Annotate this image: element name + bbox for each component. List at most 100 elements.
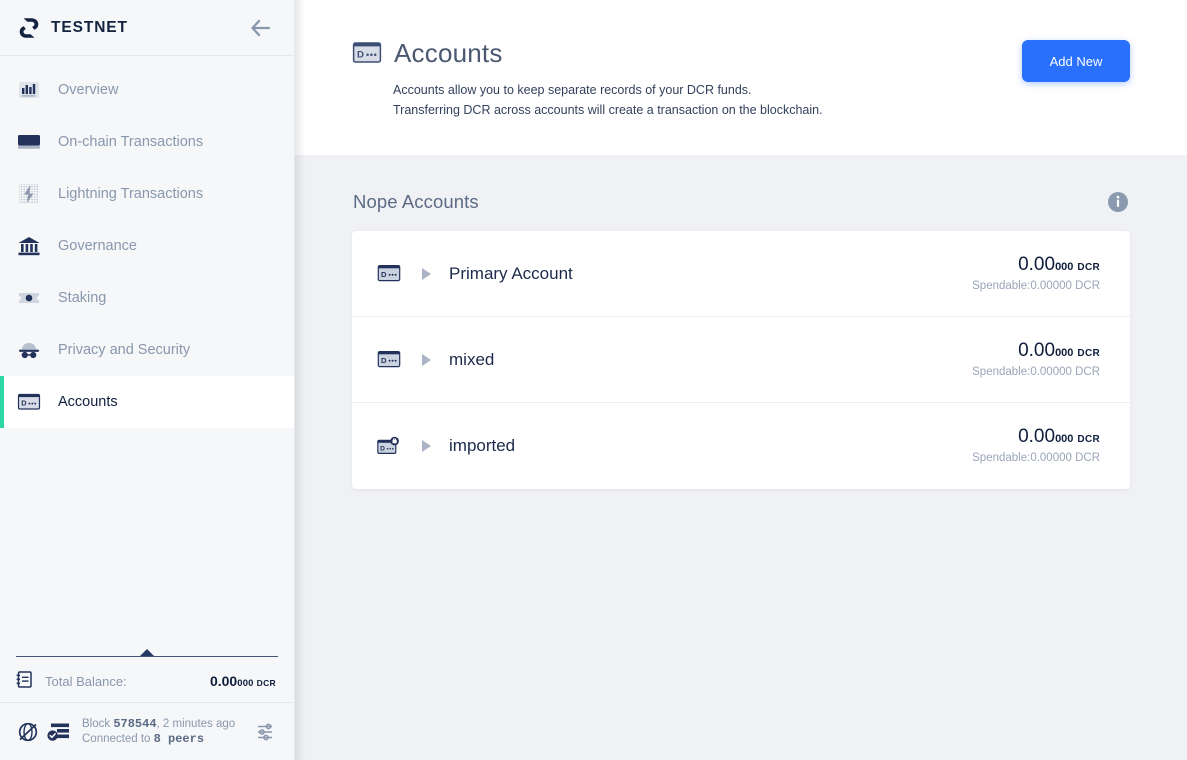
account-balance: 0.00 000 DCR Spendable:0.00000 DCR [972, 340, 1100, 380]
account-balance: 0.00 000 DCR Spendable:0.00000 DCR [972, 426, 1100, 466]
svg-text:D: D [380, 445, 385, 452]
balance-unit: DCR [1077, 347, 1100, 359]
account-balance-total: 0.00 000 DCR [972, 254, 1100, 276]
page-header: D Accounts Accounts allow you to keep se… [295, 0, 1187, 155]
account-balance-total: 0.00 000 DCR [972, 340, 1100, 362]
block-label: Block [82, 717, 111, 730]
balance-minor: 000 [1055, 346, 1074, 359]
account-card-icon: D [352, 41, 382, 63]
total-balance-minor: 000 [237, 678, 254, 689]
account-balance-total: 0.00 000 DCR [972, 426, 1100, 448]
sidebar-item-accounts[interactable]: D Accounts [0, 376, 294, 428]
triangle-right-icon[interactable] [403, 353, 449, 366]
caret-up-icon [140, 649, 154, 656]
sidebar-item-lightning-transactions[interactable]: Lightning Transactions [0, 168, 294, 220]
svg-text:D: D [381, 270, 387, 279]
sidebar-item-label: Overview [58, 82, 119, 98]
sidebar-item-staking[interactable]: Staking [0, 272, 294, 324]
peers-count: 8 peers [153, 731, 205, 746]
page-title: Accounts [394, 38, 503, 68]
account-name: imported [449, 436, 516, 455]
ledger-icon [16, 671, 36, 691]
sidebar-item-governance[interactable]: Governance [0, 220, 294, 272]
account-row-primary[interactable]: D Primary Account 0.00 000 DCR Spendable:0… [352, 231, 1130, 317]
network-sync-icon [18, 722, 38, 741]
svg-text:D: D [21, 399, 27, 408]
main-content: D Accounts Accounts allow you to keep se… [295, 0, 1187, 760]
incognito-hat-icon [16, 337, 42, 363]
total-balance-row: Total Balance: 0.00 000 DCR [0, 660, 294, 702]
sidebar-item-label: Accounts [58, 394, 118, 410]
total-balance-label: Total Balance: [45, 673, 127, 689]
sidebar-header: TESTNET [0, 0, 294, 56]
account-card-icon: D [377, 262, 403, 286]
brand-name: TESTNET [51, 18, 128, 36]
account-card-imported-icon: D [377, 434, 403, 458]
balance-minor: 000 [1055, 433, 1074, 445]
sidebar-item-label: Governance [58, 238, 137, 254]
account-row-imported[interactable]: D imported 0.00 000 DCR Spendable:0.0000… [352, 403, 1130, 489]
ticket-icon [16, 285, 42, 311]
account-name: mixed [449, 349, 495, 369]
balance-minor: 000 [1055, 260, 1074, 273]
account-spendable: Spendable:0.00000 DCR [972, 279, 1100, 292]
sync-icons [16, 720, 72, 744]
sliders-icon[interactable] [252, 719, 278, 745]
description-line-2: Transferring DCR across accounts will cr… [393, 103, 823, 117]
peers-line: Connected to 8 peers [82, 732, 244, 747]
total-balance-major: 0.00 [209, 673, 238, 689]
chart-bars-icon [16, 77, 42, 103]
account-card-icon: D [16, 389, 42, 415]
block-line: Block 578544, 2 minutes ago [82, 717, 244, 732]
bank-icon [16, 233, 42, 259]
sidebar-item-on-chain-transactions[interactable]: On-chain Transactions [0, 116, 294, 168]
account-name: Primary Account [449, 263, 573, 283]
sidebar-nav: Overview On-chain Transactions Lightning… [0, 56, 294, 428]
balance-unit: DCR [1077, 434, 1100, 445]
balance-major: 0.00 [1018, 253, 1056, 275]
page-description: Accounts allow you to keep separate reco… [393, 80, 1187, 120]
account-row-mixed[interactable]: D mixed 0.00 000 DCR Spendable:0.00000 DCR [352, 317, 1130, 403]
sidebar-item-label: Lightning Transactions [58, 186, 204, 202]
decred-logo-icon [19, 17, 39, 38]
sidebar-item-privacy-and-security[interactable]: Privacy and Security [0, 324, 294, 376]
sidebar: TESTNET Overview On-chain Transactions L… [0, 0, 295, 760]
sidebar-item-label: Staking [58, 290, 107, 306]
divider-line [16, 656, 278, 657]
description-line-1: Accounts allow you to keep separate reco… [393, 83, 752, 97]
account-card-icon: D [377, 348, 403, 372]
accounts-section: Nope Accounts D Primary Account 0.00 000… [295, 155, 1187, 760]
add-new-button[interactable]: Add New [1022, 40, 1130, 82]
balance-major: 0.00 [1018, 339, 1056, 361]
sidebar-balance-divider[interactable] [16, 646, 278, 660]
svg-text:D: D [357, 49, 364, 60]
info-circle-icon[interactable] [1107, 191, 1129, 213]
sync-text: Block 578544, 2 minutes ago Connected to… [82, 717, 244, 747]
sidebar-item-overview[interactable]: Overview [0, 64, 294, 116]
connected-label: Connected to [82, 732, 151, 745]
sliders-glyph [258, 723, 272, 740]
account-balance: 0.00 000 DCR Spendable:0.00000 DCR [972, 254, 1100, 294]
account-spendable: Spendable:0.00000 DCR [972, 365, 1100, 378]
blocks-icon [47, 723, 69, 741]
app-root: TESTNET Overview On-chain Transactions L… [0, 0, 1187, 760]
balance-major: 0.00 [1018, 426, 1056, 447]
triangle-right-icon[interactable] [403, 267, 449, 280]
section-header: Nope Accounts [352, 191, 1130, 213]
triangle-right-icon[interactable] [403, 440, 449, 452]
balance-unit: DCR [1077, 261, 1100, 273]
arrow-left-icon[interactable] [246, 15, 276, 41]
sidebar-item-label: On-chain Transactions [58, 134, 204, 150]
arrow-left-glyph [251, 19, 271, 36]
card-icon [16, 129, 42, 155]
section-title: Nope Accounts [353, 191, 479, 212]
accounts-list: D Primary Account 0.00 000 DCR Spendable:0… [352, 231, 1130, 489]
block-number: 578544 [113, 716, 157, 731]
lightning-bolt-icon [16, 181, 42, 207]
svg-text:D: D [381, 356, 387, 365]
brand-logo: TESTNET [16, 15, 246, 41]
sidebar-item-label: Privacy and Security [58, 342, 191, 358]
total-balance-amount: 0.00 000 DCR [210, 673, 276, 689]
sync-status-bar: Block 578544, 2 minutes ago Connected to… [0, 702, 294, 760]
